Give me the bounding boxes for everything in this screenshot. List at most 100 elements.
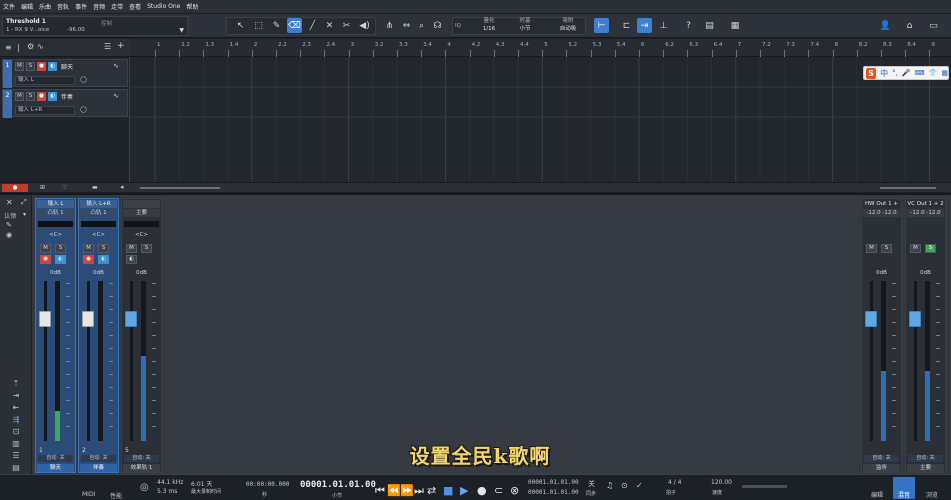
- loop-start[interactable]: 00001.01.01.00: [528, 479, 579, 486]
- output-strip-monitor[interactable]: HW Out 1 + 2 -12.0 -12.0 M S 0dB 自动: 关 监…: [861, 198, 902, 473]
- solo-button[interactable]: S: [98, 244, 109, 253]
- bend-tool-icon[interactable]: ⋔: [382, 18, 397, 33]
- edit-view-button[interactable]: 编辑: [866, 477, 888, 499]
- time-display[interactable]: 00:00:00.000: [246, 481, 289, 488]
- inserts-slot[interactable]: [124, 221, 159, 227]
- headphone-icon[interactable]: ☊: [430, 18, 445, 33]
- record-icon[interactable]: ●: [477, 484, 487, 497]
- record-panel-icon[interactable]: ●: [2, 184, 28, 192]
- metronome-icon[interactable]: ♫: [606, 481, 613, 490]
- mute-button[interactable]: M: [40, 244, 51, 253]
- menu-studio-one[interactable]: Studio One: [147, 3, 180, 10]
- fader-knob[interactable]: [82, 311, 94, 327]
- timing-icon[interactable]: ⊙: [621, 481, 628, 490]
- track-name[interactable]: 伴奏: [61, 92, 73, 101]
- output-device[interactable]: VC Out 1 + 2: [907, 200, 944, 208]
- mute-button[interactable]: M: [15, 92, 24, 101]
- output-icon[interactable]: ⇤: [8, 403, 24, 413]
- zoom-slider[interactable]: [880, 187, 936, 189]
- rewind-icon[interactable]: ⏪: [387, 484, 401, 497]
- timebase-icon[interactable]: ◯: [80, 106, 87, 113]
- wrench-icon[interactable]: ⚙: [27, 42, 34, 51]
- strip-input[interactable]: 输入 L: [37, 200, 74, 208]
- keyboard-icon[interactable]: ⌨: [915, 69, 925, 77]
- song-info-panel[interactable]: Threshold 1 1 - RX 9 V...oice -96.00 控制 …: [2, 16, 188, 36]
- menu-file[interactable]: 文件: [3, 2, 15, 11]
- add-track-icon[interactable]: +: [117, 41, 125, 51]
- strip-insert[interactable]: 凸轨 1: [80, 209, 117, 217]
- close-icon[interactable]: ✕: [6, 198, 13, 207]
- channel-strip-fx[interactable]: 主要 <C> M S ◐ 0dB 5 自动: 关 效果轨 1: [121, 198, 162, 473]
- channel-name[interactable]: 效果轨 1: [123, 464, 160, 472]
- playhead-icon[interactable]: ⊥: [656, 18, 671, 33]
- ime-lang[interactable]: 中: [880, 68, 888, 79]
- fader-knob[interactable]: [909, 311, 921, 327]
- arrow-tool-icon[interactable]: ↖: [233, 18, 248, 33]
- record-icon[interactable]: ●: [37, 62, 46, 71]
- chevron-down-icon[interactable]: ▼: [179, 27, 184, 34]
- timebase-selector[interactable]: 时基 小节: [514, 17, 536, 33]
- menu-icon[interactable]: ≡: [5, 43, 12, 52]
- tempo-value[interactable]: 120.00: [711, 479, 732, 486]
- horizontal-scrollbar[interactable]: [140, 187, 220, 189]
- chevron-down-icon[interactable]: ▾: [23, 211, 26, 218]
- record-icon[interactable]: ●: [40, 255, 51, 264]
- mic-icon[interactable]: 🎤: [902, 69, 911, 77]
- zoom-icon[interactable]: ⌕: [414, 18, 429, 33]
- loop-icon[interactable]: ⇄: [427, 484, 436, 497]
- solo-button[interactable]: S: [26, 62, 35, 71]
- menu-song[interactable]: 乐曲: [39, 2, 51, 11]
- mute-tool-icon[interactable]: ✕: [322, 18, 337, 33]
- forward-icon[interactable]: ⏩: [400, 484, 414, 497]
- channel-strip-1[interactable]: 输入 L 凸轨 1 <C> M S ● ◐ 0dB 1 自动: 关 聊天: [35, 198, 76, 473]
- automation-icon[interactable]: ∿: [37, 42, 44, 51]
- up-arrows-icon[interactable]: ⇡: [8, 379, 24, 389]
- fx-icon[interactable]: ⇶: [8, 415, 24, 425]
- output-name[interactable]: 监听: [863, 464, 900, 472]
- track-input-selector[interactable]: 输入 L+R: [15, 106, 75, 115]
- heart-icon[interactable]: ♡: [62, 184, 67, 191]
- play-icon[interactable]: ▶: [460, 484, 468, 497]
- arrange-view[interactable]: [130, 57, 951, 182]
- fader-track[interactable]: [870, 281, 873, 441]
- listen-tool-icon[interactable]: ◀): [357, 18, 372, 33]
- solo-button[interactable]: S: [55, 244, 66, 253]
- strip-input[interactable]: [123, 200, 160, 208]
- automation-selector[interactable]: 自动: 关: [908, 455, 943, 462]
- time-signature[interactable]: 4 / 4: [668, 479, 681, 486]
- user-icon[interactable]: 👤: [878, 18, 893, 33]
- fader-track[interactable]: [914, 281, 917, 441]
- narrow-icon[interactable]: ▤: [8, 463, 24, 473]
- automation-selector[interactable]: 自动: 关: [38, 455, 73, 462]
- fader-knob[interactable]: [865, 311, 877, 327]
- output-strip-main[interactable]: VC Out 1 + 2 -12.0 -12.0 M S 0dB 自动: 关 主…: [905, 198, 946, 473]
- stretch-tool-icon[interactable]: ⇔: [399, 18, 414, 33]
- home-icon[interactable]: ⌂: [902, 18, 917, 33]
- range-tool-icon[interactable]: ⬚: [251, 18, 266, 33]
- strip-input[interactable]: 输入 L+R: [80, 200, 117, 208]
- automation-selector[interactable]: 自动: 关: [864, 455, 899, 462]
- inserts-slot[interactable]: [38, 221, 73, 227]
- forward-end-icon[interactable]: ⏭: [414, 484, 424, 498]
- menu-view[interactable]: 查看: [129, 2, 141, 11]
- stop-icon[interactable]: ■: [443, 484, 453, 497]
- fader-track[interactable]: [87, 281, 90, 441]
- strip-insert[interactable]: 凸轨 1: [37, 209, 74, 217]
- menu-audio[interactable]: 音频: [93, 2, 105, 11]
- skin-icon[interactable]: 👕: [929, 69, 938, 77]
- pan-control[interactable]: <C>: [124, 232, 159, 239]
- automation-selector[interactable]: 自动: 关: [81, 455, 116, 462]
- punctuation-icon[interactable]: °,: [892, 69, 898, 77]
- eraser-tool-icon[interactable]: ⌫: [287, 18, 302, 33]
- input-icon[interactable]: ⇥: [8, 391, 24, 401]
- snap-selector[interactable]: 吸附 自动吸: [555, 17, 581, 33]
- ime-toolbar[interactable]: S 中 °, 🎤 ⌨ 👕 ▦: [863, 66, 949, 80]
- inspector-icon[interactable]: ⊞: [40, 184, 45, 191]
- automation-selector[interactable]: 自动: 关: [124, 455, 159, 462]
- fader-track[interactable]: [130, 281, 133, 441]
- punch-icon[interactable]: ⊂: [494, 484, 503, 497]
- solo-button[interactable]: S: [881, 244, 892, 253]
- solo-button[interactable]: S: [925, 244, 936, 253]
- track-name[interactable]: 聊天: [61, 62, 73, 71]
- channel-name[interactable]: 聊天: [37, 464, 74, 472]
